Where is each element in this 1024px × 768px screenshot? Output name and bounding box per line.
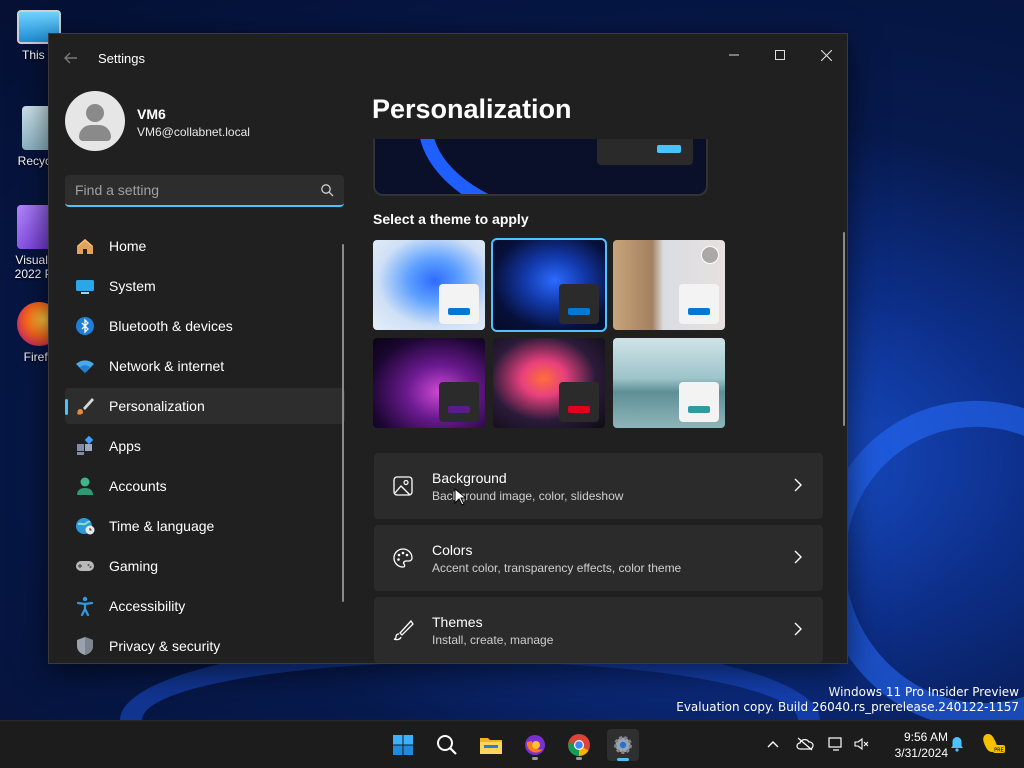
gamepad-icon — [75, 556, 95, 576]
theme-flow[interactable] — [613, 338, 725, 428]
theme-windows-dark[interactable] — [491, 238, 607, 332]
brush-icon — [393, 619, 414, 641]
accounts-icon — [75, 476, 95, 496]
chevron-up-icon[interactable] — [764, 735, 782, 753]
firefox-button[interactable] — [519, 729, 551, 761]
back-arrow-icon[interactable] — [63, 50, 81, 66]
theme-section-heading: Select a theme to apply — [373, 211, 529, 227]
settings-window: Settings VM6 VM6@collabnet.local Home — [48, 33, 848, 664]
avatar[interactable] — [65, 91, 125, 151]
windows-logo-icon — [393, 735, 413, 755]
onedrive-off-icon[interactable] — [796, 735, 814, 753]
search-box[interactable] — [65, 175, 344, 207]
theme-preview — [373, 139, 708, 196]
brush-icon — [75, 396, 95, 416]
shield-icon — [75, 636, 95, 656]
settings-button[interactable] — [607, 729, 639, 761]
chevron-right-icon — [794, 550, 802, 564]
taskbar: 9:56 AM 3/31/2024 PRE — [0, 720, 1024, 768]
home-icon — [75, 236, 95, 256]
chevron-right-icon — [794, 622, 802, 636]
title-bar[interactable]: Settings — [49, 34, 847, 82]
system-clock[interactable]: 9:56 AM 3/31/2024 — [878, 729, 948, 761]
notification-bell-icon[interactable] — [948, 735, 966, 753]
user-email: VM6@collabnet.local — [137, 125, 250, 139]
system-icon — [75, 276, 95, 296]
sidebar-item-home[interactable]: Home — [65, 228, 345, 264]
chrome-button[interactable] — [563, 729, 595, 761]
minimize-button[interactable] — [711, 40, 757, 70]
spotlight-icon — [701, 246, 719, 264]
volume-muted-icon[interactable] — [853, 735, 871, 753]
bluetooth-icon — [75, 316, 95, 336]
theme-glow[interactable] — [373, 338, 485, 428]
chevron-right-icon — [794, 478, 802, 492]
settings-cards: Background Background image, color, slid… — [374, 453, 823, 663]
search-input[interactable] — [75, 182, 305, 198]
globe-clock-icon — [75, 516, 95, 536]
gear-icon — [614, 736, 632, 754]
search-icon[interactable] — [320, 183, 334, 197]
theme-captured-motion[interactable] — [493, 338, 605, 428]
image-icon — [393, 476, 413, 496]
network-monitor-icon[interactable] — [827, 735, 845, 753]
sidebar-item-system[interactable]: System — [65, 268, 345, 304]
content-scrollbar[interactable] — [843, 232, 845, 426]
accessibility-icon — [75, 596, 95, 616]
sidebar-item-bluetooth[interactable]: Bluetooth & devices — [65, 308, 345, 344]
search-button[interactable] — [431, 729, 463, 761]
sidebar-item-time-language[interactable]: Time & language — [65, 508, 345, 544]
theme-windows-light[interactable] — [373, 240, 485, 330]
evaluation-watermark: Windows 11 Pro Insider Preview Evaluatio… — [676, 685, 1019, 714]
palette-icon — [393, 548, 413, 568]
sidebar-item-accessibility[interactable]: Accessibility — [65, 588, 345, 624]
close-button[interactable] — [803, 40, 847, 70]
sidebar-nav: Home System Bluetooth & devices Network … — [65, 228, 345, 663]
theme-grid — [373, 238, 729, 428]
card-colors[interactable]: Colors Accent color, transparency effect… — [374, 525, 823, 591]
network-icon — [75, 356, 95, 376]
search-icon — [437, 735, 457, 755]
sidebar-scrollbar[interactable] — [342, 244, 344, 602]
firefox-icon — [525, 735, 545, 755]
file-explorer-button[interactable] — [475, 729, 507, 761]
svg-text:PRE: PRE — [994, 748, 1004, 754]
folder-icon — [480, 738, 502, 754]
copilot-pre-icon[interactable]: PRE — [982, 731, 1006, 755]
user-name: VM6 — [137, 106, 166, 122]
maximize-button[interactable] — [757, 40, 803, 70]
card-background[interactable]: Background Background image, color, slid… — [374, 453, 823, 519]
page-title: Personalization — [372, 94, 572, 124]
sidebar-item-gaming[interactable]: Gaming — [65, 548, 345, 584]
app-title: Settings — [98, 51, 145, 66]
start-button[interactable] — [387, 729, 419, 761]
sidebar-item-privacy-security[interactable]: Privacy & security — [65, 628, 345, 663]
sidebar-item-personalization[interactable]: Personalization — [65, 388, 345, 424]
sidebar-item-apps[interactable]: Apps — [65, 428, 345, 464]
sidebar-item-accounts[interactable]: Accounts — [65, 468, 345, 504]
apps-icon — [75, 436, 95, 456]
card-themes[interactable]: Themes Install, create, manage — [374, 597, 823, 663]
theme-spotlight[interactable] — [613, 240, 725, 330]
chrome-icon — [568, 734, 590, 756]
mouse-cursor-icon — [454, 488, 466, 506]
sidebar-item-network[interactable]: Network & internet — [65, 348, 345, 384]
